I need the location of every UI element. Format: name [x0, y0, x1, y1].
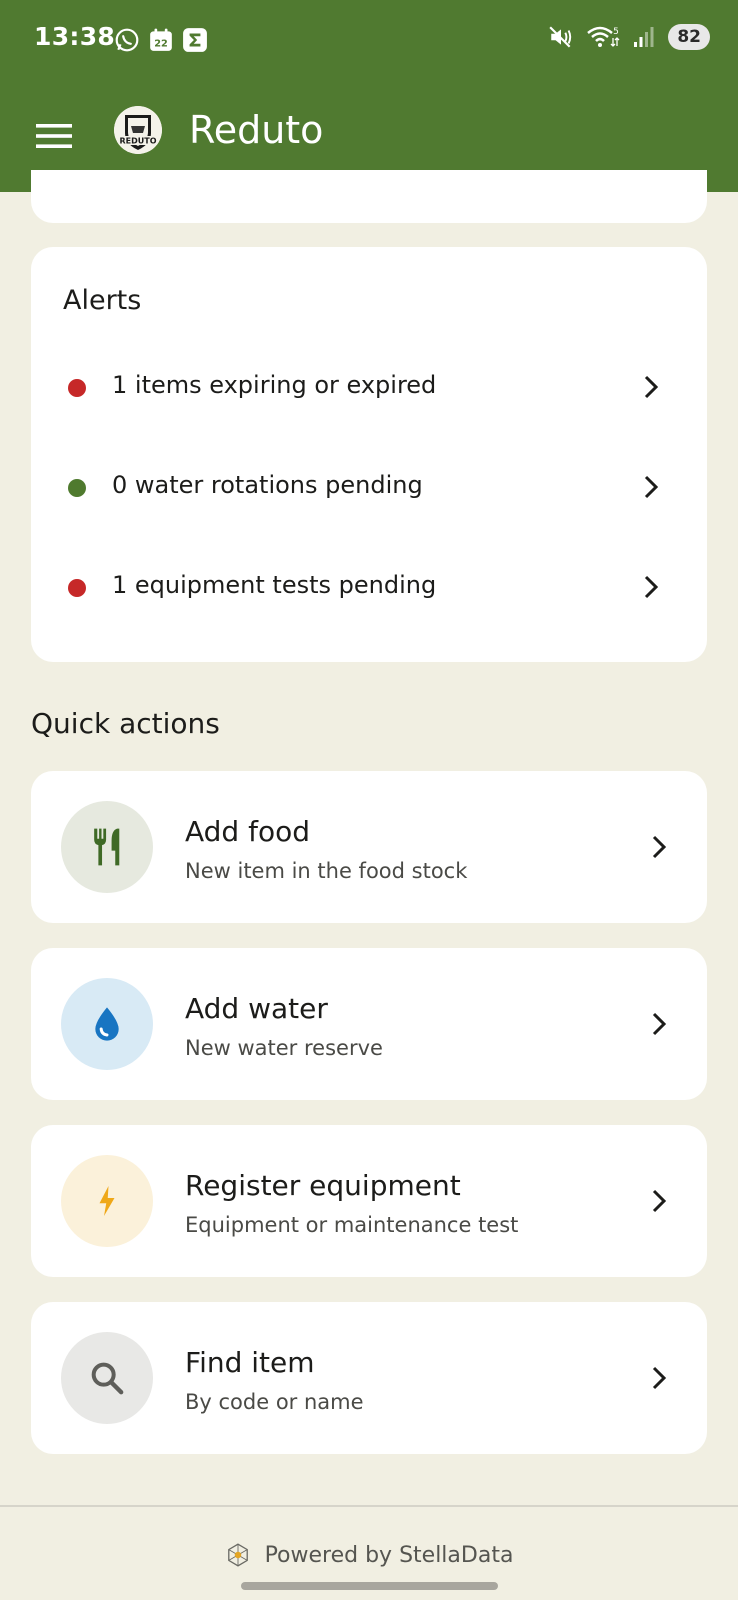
chevron-right-icon: [652, 835, 667, 859]
hamburger-icon: [36, 124, 72, 148]
action-subtitle: New water reserve: [185, 1036, 383, 1060]
alert-row-equipment-tests[interactable]: 1 equipment tests pending: [31, 547, 707, 627]
footer: Powered by StellaData: [0, 1535, 738, 1575]
wifi-icon: 5: [587, 26, 620, 47]
action-title: Register equipment: [185, 1169, 461, 1202]
chevron-right-icon: [644, 475, 659, 499]
sigma-app-icon: [183, 28, 207, 52]
signal-icon: [634, 27, 654, 47]
notification-icons: 22: [114, 27, 208, 53]
wifi-label: 5: [613, 27, 619, 37]
calendar-icon: 22: [150, 28, 172, 51]
battery-level: 82: [668, 24, 710, 50]
chevron-right-icon: [644, 375, 659, 399]
alert-label: 1 equipment tests pending: [112, 571, 437, 599]
search-icon: [91, 1362, 124, 1395]
water-drop-icon: [95, 1007, 119, 1041]
icon-circle: [61, 1332, 153, 1424]
icon-circle: [61, 978, 153, 1070]
footer-text: Powered by StellaData: [264, 1542, 514, 1568]
status-dot: [68, 479, 86, 497]
chevron-right-icon: [652, 1012, 667, 1036]
status-dot: [68, 379, 86, 397]
stelladata-logo-icon: [227, 1543, 248, 1567]
logo-text: REDUTO: [119, 137, 156, 146]
add-food-button[interactable]: Add food New item in the food stock: [31, 771, 707, 923]
system-icons: 5 82: [548, 24, 710, 50]
calendar-day: 22: [154, 39, 168, 50]
icon-circle: [61, 1155, 153, 1247]
find-item-button[interactable]: Find item By code or name: [31, 1302, 707, 1454]
alert-label: 1 items expiring or expired: [112, 371, 437, 399]
register-equipment-button[interactable]: Register equipment Equipment or maintena…: [31, 1125, 707, 1277]
chevron-right-icon: [652, 1366, 667, 1390]
alerts-title: Alerts: [63, 285, 142, 316]
footer-divider: [0, 1505, 738, 1507]
lightning-icon: [99, 1186, 115, 1216]
status-time: 13:38: [34, 22, 116, 51]
mute-icon: [549, 26, 572, 48]
status-dot: [68, 579, 86, 597]
home-indicator[interactable]: [241, 1582, 498, 1590]
chevron-right-icon: [652, 1189, 667, 1213]
alert-row-water-rotations[interactable]: 0 water rotations pending: [31, 447, 707, 527]
alert-label: 0 water rotations pending: [112, 471, 423, 499]
action-title: Add water: [185, 992, 328, 1025]
app-title: Reduto: [189, 108, 324, 152]
app-logo: REDUTO: [114, 106, 162, 154]
previous-card: [31, 170, 707, 223]
fork-knife-icon: [94, 828, 120, 866]
chevron-right-icon: [644, 575, 659, 599]
quick-actions-title: Quick actions: [31, 707, 220, 740]
icon-circle: [61, 801, 153, 893]
top-bar: 13:38 22 5 82 REDUTO Reduto: [0, 0, 738, 192]
alert-row-expiring[interactable]: 1 items expiring or expired: [31, 347, 707, 427]
action-subtitle: New item in the food stock: [185, 859, 468, 883]
status-bar: 13:38 22 5 82: [0, 0, 738, 80]
whatsapp-icon: [115, 28, 139, 52]
action-subtitle: Equipment or maintenance test: [185, 1213, 519, 1237]
menu-button[interactable]: [30, 112, 78, 160]
action-title: Find item: [185, 1346, 315, 1379]
add-water-button[interactable]: Add water New water reserve: [31, 948, 707, 1100]
alerts-card: Alerts 1 items expiring or expired 0 wat…: [31, 247, 707, 662]
action-title: Add food: [185, 815, 311, 848]
action-subtitle: By code or name: [185, 1390, 364, 1414]
